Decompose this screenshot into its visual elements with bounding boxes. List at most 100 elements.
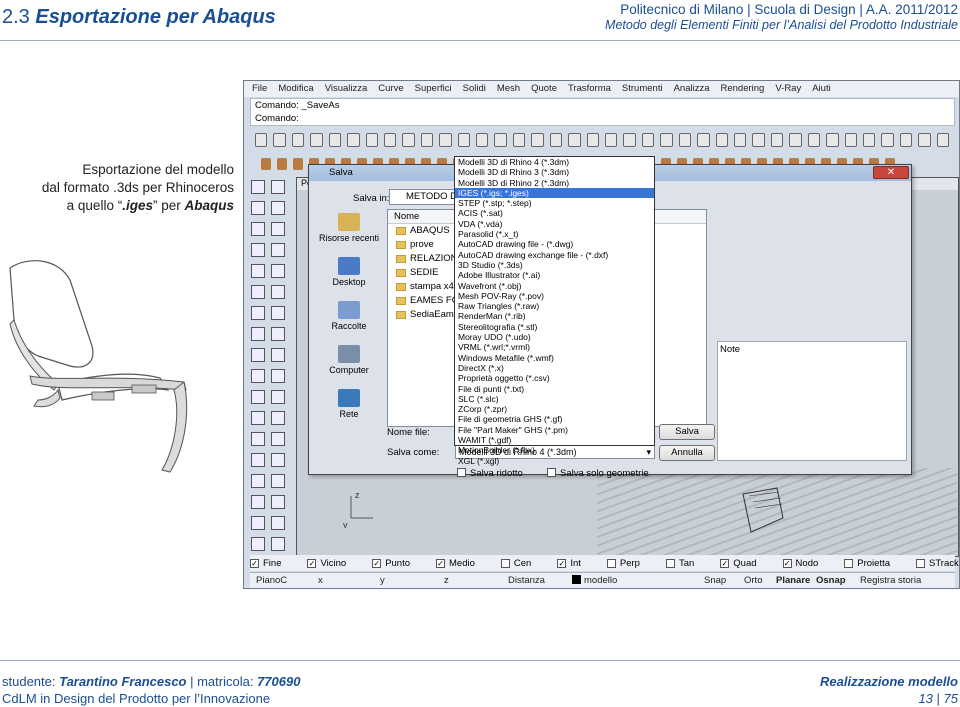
osnap-punto[interactable]: ✓ Punto xyxy=(372,558,423,569)
tool-icon[interactable] xyxy=(251,201,265,215)
toolbar-button-icon[interactable] xyxy=(623,133,636,147)
menu-item-visualizza[interactable]: Visualizza xyxy=(325,81,368,97)
toolbar-button-icon[interactable] xyxy=(641,133,655,147)
toolbar-button-icon[interactable] xyxy=(328,133,342,147)
tool-icon[interactable] xyxy=(251,180,265,194)
format-option[interactable]: File di punti (*.txt) xyxy=(455,384,654,394)
format-option[interactable]: STEP (*.stp; *.step) xyxy=(455,198,654,208)
osnap-perp[interactable]: Perp xyxy=(606,558,653,569)
tool-icon[interactable] xyxy=(271,411,285,425)
menu-item-rendering[interactable]: Rendering xyxy=(721,81,765,97)
cancel-button[interactable]: Annulla xyxy=(659,445,715,461)
save-button[interactable]: Salva xyxy=(659,424,715,440)
menu-item-analizza[interactable]: Analizza xyxy=(674,81,710,97)
format-option[interactable]: Stereolitografia (*.stl) xyxy=(455,322,654,332)
toolbar-button-icon[interactable] xyxy=(586,133,600,147)
toolbar-button-icon[interactable] xyxy=(512,133,526,147)
menu-item-file[interactable]: File xyxy=(252,81,267,97)
format-option[interactable]: Moray UDO (*.udo) xyxy=(455,332,654,342)
status-osnap[interactable]: Osnap xyxy=(816,573,860,588)
status-snap[interactable]: Snap xyxy=(704,573,744,588)
toolbar-button-icon[interactable] xyxy=(261,158,271,170)
status-ortho[interactable]: Orto xyxy=(744,573,776,588)
tool-icon[interactable] xyxy=(251,411,265,425)
toolbar-button-icon[interactable] xyxy=(549,133,563,147)
format-option[interactable]: ZCorp (*.zpr) xyxy=(455,404,654,414)
toolbar-button-icon[interactable] xyxy=(697,133,710,147)
toolbar-button-icon[interactable] xyxy=(826,133,839,147)
format-option[interactable]: MotionBuilder (*.fbx) xyxy=(455,445,654,455)
tool-icon[interactable] xyxy=(251,243,265,257)
tool-icon[interactable] xyxy=(271,390,285,404)
toolbar-button-icon[interactable] xyxy=(715,133,728,147)
place-computer[interactable]: Computer xyxy=(314,341,384,385)
format-option[interactable]: 3D Studio (*.3ds) xyxy=(455,260,654,270)
toolbar-button-icon[interactable] xyxy=(936,133,950,147)
tool-icon[interactable] xyxy=(271,264,285,278)
toolbar-button-icon[interactable] xyxy=(770,133,784,147)
osnap-tan[interactable]: Tan xyxy=(665,558,707,569)
toolbar-button-icon[interactable] xyxy=(402,133,415,147)
tool-icon[interactable] xyxy=(271,180,285,194)
tool-icon[interactable] xyxy=(251,432,265,446)
toolbar-button-icon[interactable] xyxy=(273,133,286,147)
format-option[interactable]: Mesh POV-Ray (*.pov) xyxy=(455,291,654,301)
place-raccolte[interactable]: Raccolte xyxy=(314,297,384,341)
toolbar-button-icon[interactable] xyxy=(457,133,471,147)
format-option[interactable]: Modelli 3D di Rhino 2 (*.3dm) xyxy=(455,178,654,188)
menu-item-modifica[interactable]: Modifica xyxy=(278,81,313,97)
toolbar-button-icon[interactable] xyxy=(383,133,397,147)
format-option[interactable]: VRML (*.wrl;*.vrml) xyxy=(455,342,654,352)
save-small-checkbox[interactable]: Salva ridotto xyxy=(457,468,523,479)
note-box[interactable]: Note xyxy=(717,341,907,461)
toolbar-button-icon[interactable] xyxy=(347,133,360,147)
toolbar-button-icon[interactable] xyxy=(844,133,857,147)
tool-icon[interactable] xyxy=(271,285,285,299)
tool-icon[interactable] xyxy=(271,537,285,551)
format-option[interactable]: Modelli 3D di Rhino 3 (*.3dm) xyxy=(455,167,654,177)
tool-icon[interactable] xyxy=(271,327,285,341)
command-prompt[interactable]: Comando: xyxy=(255,112,954,125)
toolbar-button-icon[interactable] xyxy=(420,133,434,147)
tool-icon[interactable] xyxy=(271,369,285,383)
toolbar-button-icon[interactable] xyxy=(678,133,692,147)
tool-icon[interactable] xyxy=(251,306,265,320)
tool-icon[interactable] xyxy=(251,390,265,404)
tool-icon[interactable] xyxy=(251,516,265,530)
format-option[interactable]: ACIS (*.sat) xyxy=(455,208,654,218)
tool-icon[interactable] xyxy=(271,474,285,488)
toolbar-button-icon[interactable] xyxy=(807,133,821,147)
toolbar-button-icon[interactable] xyxy=(439,133,452,147)
place-desktop[interactable]: Desktop xyxy=(314,253,384,297)
tool-icon[interactable] xyxy=(271,516,285,530)
toolbar-button-icon[interactable] xyxy=(660,133,673,147)
status-history[interactable]: Registra storia xyxy=(860,573,950,588)
tool-icon[interactable] xyxy=(271,306,285,320)
osnap-quad[interactable]: ✓ Quad xyxy=(720,558,769,569)
osnap-nodo[interactable]: ✓ Nodo xyxy=(782,558,832,569)
tool-icon[interactable] xyxy=(251,285,265,299)
tool-icon[interactable] xyxy=(251,369,265,383)
format-option[interactable]: IGES (*.igs; *.iges) xyxy=(455,187,654,199)
tool-icon[interactable] xyxy=(251,264,265,278)
format-option[interactable]: AutoCAD drawing file - (*.dwg) xyxy=(455,239,654,249)
tool-icon[interactable] xyxy=(251,348,265,362)
status-planar[interactable]: Planare xyxy=(776,573,816,588)
toolbar-button-icon[interactable] xyxy=(568,133,581,147)
menu-item-trasforma[interactable]: Trasforma xyxy=(568,81,611,97)
tool-icon[interactable] xyxy=(251,222,265,236)
osnap-medio[interactable]: ✓ Medio xyxy=(436,558,488,569)
toolbar-button-icon[interactable] xyxy=(605,133,618,147)
tool-icon[interactable] xyxy=(271,348,285,362)
tool-icon[interactable] xyxy=(271,495,285,509)
toolbar-button-icon[interactable] xyxy=(881,133,894,147)
format-option[interactable]: Adobe Illustrator (*.ai) xyxy=(455,270,654,280)
place-risorse-recenti[interactable]: Risorse recenti xyxy=(314,209,384,253)
tool-icon[interactable] xyxy=(271,243,285,257)
tool-icon[interactable] xyxy=(271,201,285,215)
format-option[interactable]: File "Part Maker" GHS (*.pm) xyxy=(455,425,654,435)
tool-icon[interactable] xyxy=(251,327,265,341)
tool-icon[interactable] xyxy=(271,222,285,236)
format-option[interactable]: Wavefront (*.obj) xyxy=(455,281,654,291)
format-option[interactable]: VDA (*.vda) xyxy=(455,219,654,229)
